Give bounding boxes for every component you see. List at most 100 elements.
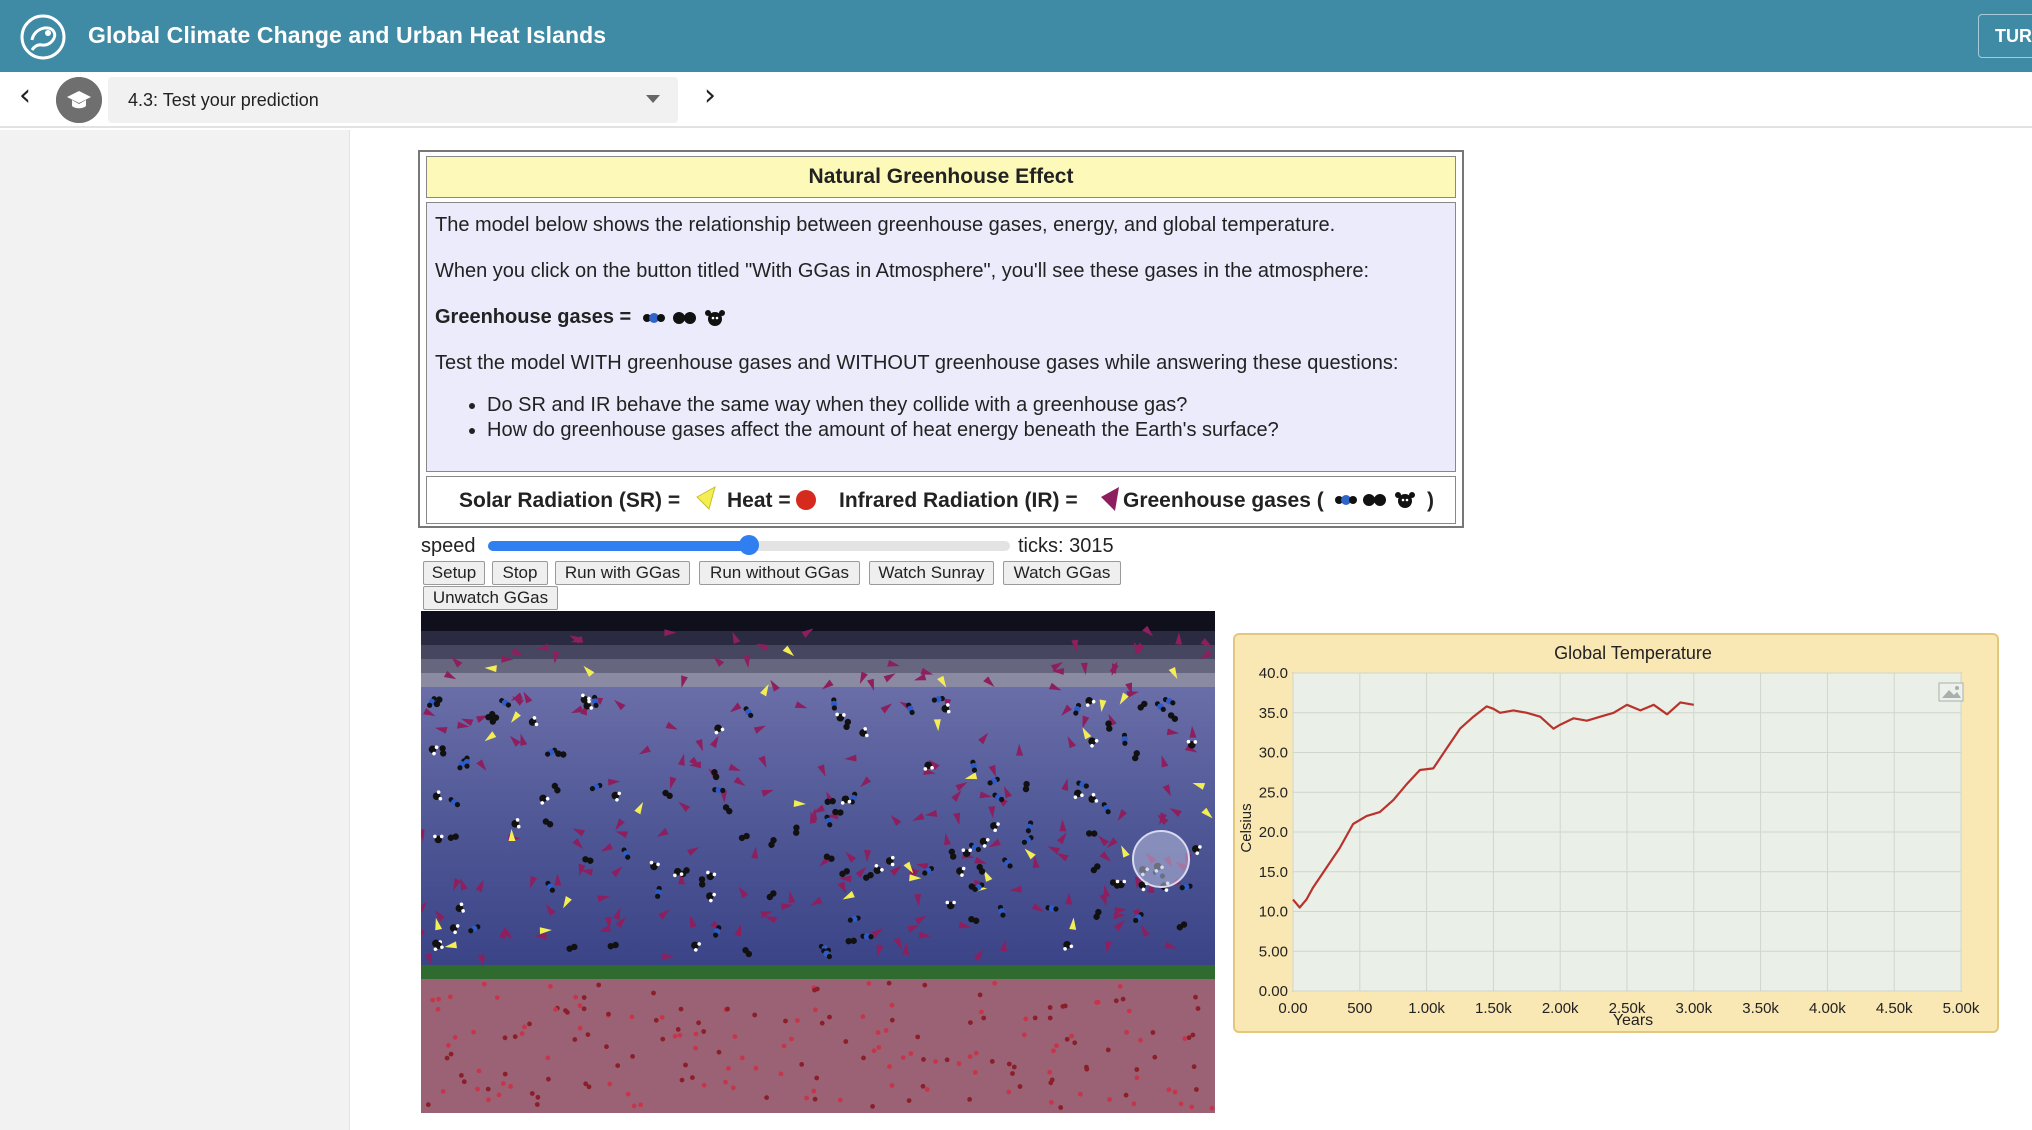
unwatch-ggas-button[interactable]: Unwatch GGas [423,586,558,610]
chevron-right-icon[interactable]: › [693,80,727,114]
y-tick-label: 10.0 [1259,904,1288,921]
teacher-mode-button[interactable]: TUR [1978,14,2032,58]
heat-particle [764,1095,769,1100]
run-without-ggas-button[interactable]: Run without GGas [699,561,860,585]
x-tick-label: 4.00k [1809,1000,1846,1017]
heat-particle [494,995,500,1000]
x-tick-label: 1.50k [1475,1000,1512,1017]
heat-particle [660,1036,666,1042]
list-item: How do greenhouse gases affect the amoun… [487,418,1279,442]
simulation-view[interactable] [421,611,1215,1113]
concord-logo-icon[interactable] [20,14,66,60]
heat-particle [548,984,553,989]
app-header: Global Climate Change and Urban Heat Isl… [0,0,2032,72]
heat-particle [577,1003,583,1008]
heat-particle [1010,1071,1015,1076]
heat-particle [981,1015,987,1021]
page-navigation: ‹ 4.3: Test your prediction › [0,72,2032,128]
heat-particle [522,1024,527,1030]
heat-particle [837,1097,843,1103]
heat-particle [481,981,487,987]
heat-particle [811,1088,817,1094]
heat-particle [1047,1005,1053,1010]
info-box-title: Natural Greenhouse Effect [426,156,1456,198]
heat-particle [921,1057,926,1062]
heat-particle [485,1086,491,1092]
heat-particle [1107,1097,1112,1102]
chevron-left-icon[interactable]: ‹ [8,80,42,114]
heat-particle [1166,1087,1172,1093]
heat-label: Heat = [727,489,791,512]
x-tick-label: 0.00 [1278,1000,1307,1017]
speed-label: speed [421,535,476,557]
heat-particle [430,997,436,1003]
heat-particle [693,1031,699,1037]
y-tick-label: 25.0 [1259,784,1288,801]
heat-particle [502,1035,508,1041]
heat-particle [933,1059,938,1064]
page-select-dropdown[interactable]: 4.3: Test your prediction [108,77,678,123]
heat-particle [1191,1064,1197,1070]
heat-particle [1006,1061,1012,1067]
heat-particle [972,1070,978,1075]
heat-particle [529,1091,535,1096]
heat-particle [446,1042,451,1048]
heat-particle [819,1020,825,1026]
heat-particle [967,1097,972,1102]
heat-particle [651,990,656,996]
heat-particle [1134,1067,1140,1072]
heat-particle [448,994,453,1000]
run-with-ggas-button[interactable]: Run with GGas [555,561,690,585]
setup-button[interactable]: Setup [423,561,485,585]
speed-slider-handle[interactable] [739,535,759,555]
chart-title: Global Temperature [1554,643,1712,663]
heat-particle [1021,1032,1027,1038]
heat-particle [690,1075,695,1080]
heat-particle [606,1011,611,1017]
watch-sunray-button[interactable]: Watch Sunray [869,561,994,585]
heat-particle [1189,1104,1195,1110]
image-icon[interactable] [1938,682,1964,702]
plot-area: 0.00 500 1.00k 1.50k 2.00k 2.50k 3.00k 3.50k 4.0… [1259,665,1980,1017]
heat-particle [915,1034,921,1040]
stop-button[interactable]: Stop [492,561,548,585]
simulation-canvas[interactable] [421,611,1215,1113]
heat-particle [1054,1043,1059,1049]
heat-particle [1209,1105,1215,1111]
x-tick-label: 4.50k [1876,1000,1913,1017]
heat-particle [1006,1089,1012,1095]
heat-particle [920,1083,926,1089]
heat-particle [1072,1040,1078,1046]
y-tick-label: 40.0 [1259,665,1288,682]
heat-particle [679,1077,685,1083]
upper-atmosphere-band [421,659,1215,673]
heat-particle [870,1104,875,1109]
heat-particle [977,992,983,998]
heat-particle [889,1002,895,1008]
heat-particle [812,987,817,993]
heat-particle [861,1055,866,1061]
left-sidebar [0,130,350,1130]
y-tick-label: 5.00 [1259,943,1288,960]
heat-particle [573,994,578,1000]
heat-particle [1150,1030,1156,1035]
heat-particle [461,1079,467,1085]
speed-slider[interactable] [488,535,1010,555]
ggas-legend-close: ) [1427,489,1434,512]
heat-particle [889,1083,895,1088]
heat-particle [604,1044,609,1050]
heat-particle [795,1018,800,1023]
heat-particle [783,1018,788,1024]
heat-particle [1172,1089,1178,1095]
heat-particle [1084,1066,1090,1072]
heat-particle [565,1010,570,1015]
watch-ggas-button[interactable]: Watch GGas [1003,561,1121,585]
heat-particle [596,982,602,988]
heat-particle [1123,1092,1129,1098]
heat-particle [444,1055,450,1061]
x-tick-label: 3.00k [1675,1000,1712,1017]
heat-particle [1178,1101,1184,1107]
heat-particle [1047,1015,1053,1021]
heat-particle [924,1087,930,1092]
heat-particle [789,1036,794,1042]
